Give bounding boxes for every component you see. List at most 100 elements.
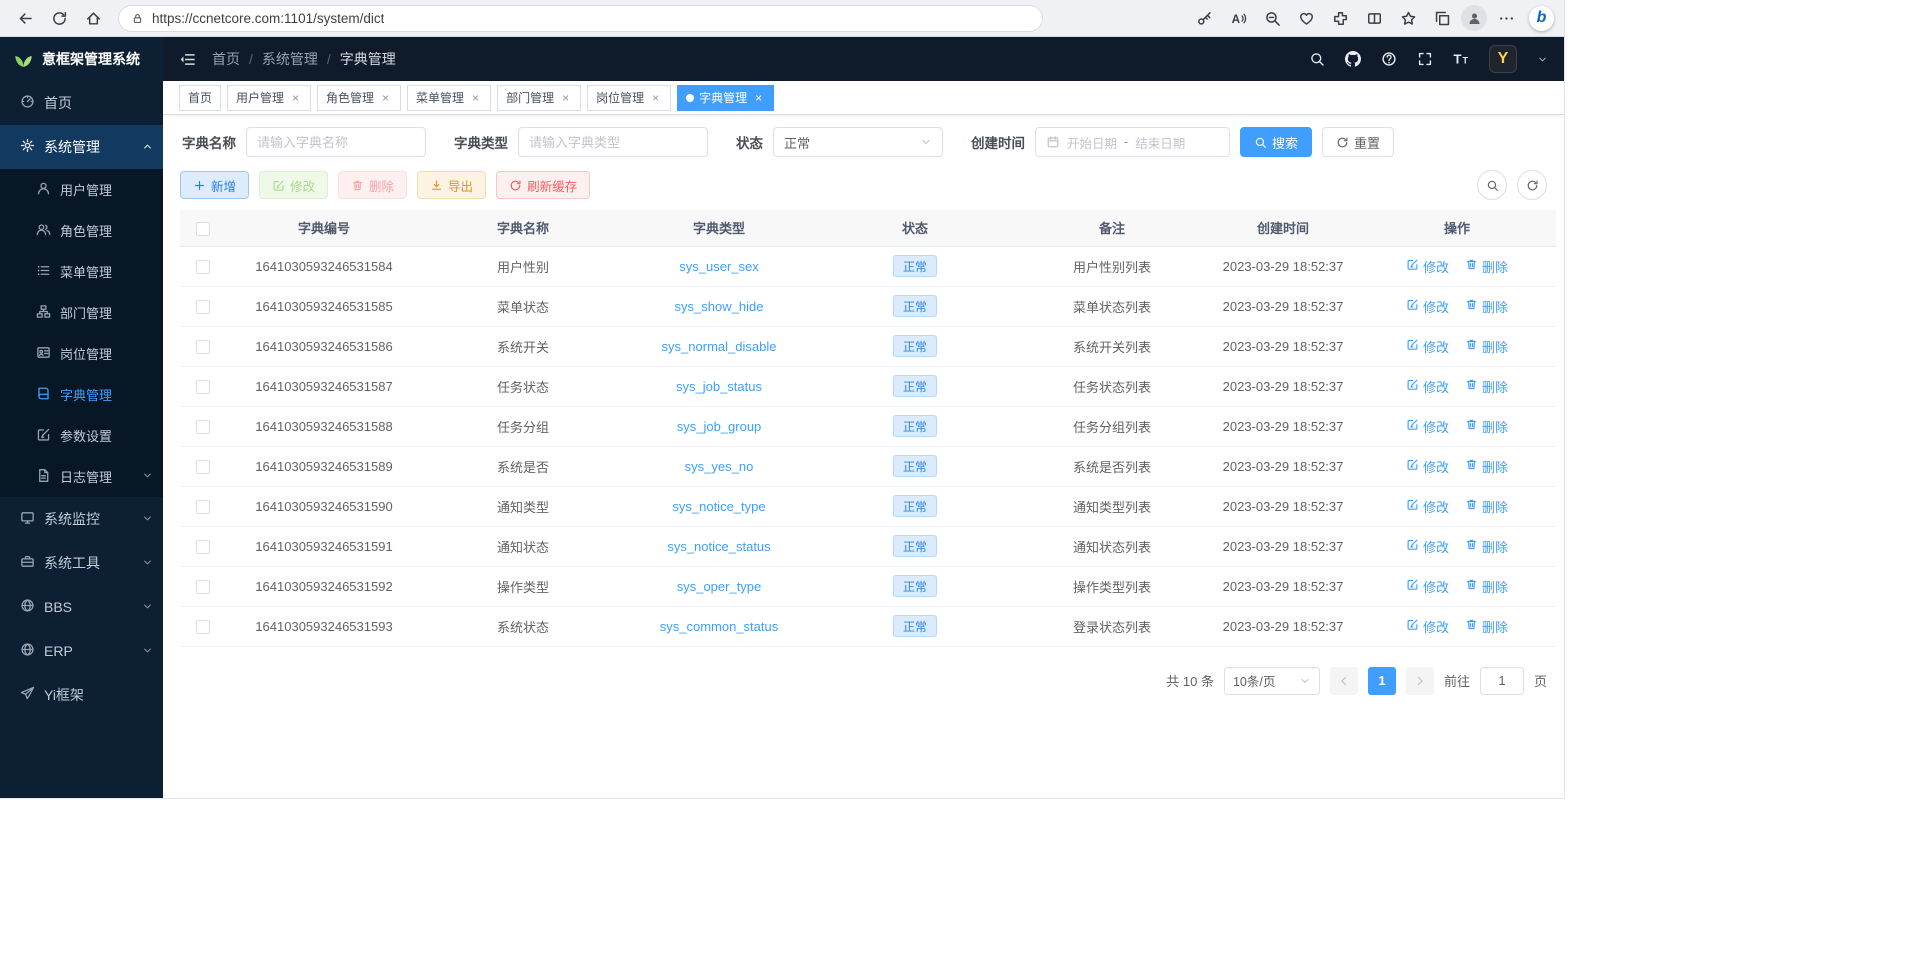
sidebar-item-home[interactable]: 首页 (0, 81, 163, 125)
status-select[interactable]: 正常 (773, 127, 943, 157)
row-checkbox[interactable] (196, 620, 210, 634)
browser-essentials-icon[interactable] (1291, 4, 1321, 32)
sidebar-item-menu[interactable]: 菜单管理 (0, 251, 163, 292)
sidebar-item-bbs[interactable]: BBS (0, 585, 163, 629)
refresh-icon[interactable] (44, 4, 74, 32)
close-tab-icon[interactable]: × (559, 91, 572, 104)
user-avatar[interactable]: Y (1489, 45, 1517, 73)
sidebar-toggle-icon[interactable] (179, 51, 196, 68)
row-edit-button[interactable]: 修改 (1406, 417, 1449, 436)
add-button[interactable]: 新增 (180, 171, 249, 199)
prev-page-button[interactable] (1330, 667, 1358, 695)
dict-type-link[interactable]: sys_show_hide (675, 299, 764, 314)
delete-button[interactable]: 删除 (338, 171, 407, 199)
dict-type-link[interactable]: sys_notice_status (667, 539, 770, 554)
github-icon[interactable] (1345, 51, 1361, 67)
tab-菜单管理[interactable]: 菜单管理× (407, 85, 491, 111)
home-icon[interactable] (78, 4, 108, 32)
row-checkbox[interactable] (196, 380, 210, 394)
tab-角色管理[interactable]: 角色管理× (317, 85, 401, 111)
sidebar-item-role[interactable]: 角色管理 (0, 210, 163, 251)
dict-type-link[interactable]: sys_job_status (676, 379, 762, 394)
sidebar-item-yi[interactable]: Yi框架 (0, 673, 163, 717)
zoom-icon[interactable] (1257, 4, 1287, 32)
tab-字典管理[interactable]: 字典管理× (677, 85, 774, 111)
tab-岗位管理[interactable]: 岗位管理× (587, 85, 671, 111)
dict-type-link[interactable]: sys_normal_disable (662, 339, 777, 354)
row-edit-button[interactable]: 修改 (1406, 377, 1449, 396)
breadcrumb-item[interactable]: 首页 (212, 49, 240, 69)
sidebar-item-user[interactable]: 用户管理 (0, 169, 163, 210)
dict-type-link[interactable]: sys_user_sex (679, 259, 758, 274)
row-delete-button[interactable]: 删除 (1465, 617, 1508, 636)
search-button[interactable]: 搜索 (1240, 127, 1312, 157)
row-edit-button[interactable]: 修改 (1406, 257, 1449, 276)
row-edit-button[interactable]: 修改 (1406, 577, 1449, 596)
dict-type-link[interactable]: sys_common_status (660, 619, 779, 634)
tab-用户管理[interactable]: 用户管理× (227, 85, 311, 111)
fullscreen-icon[interactable] (1417, 51, 1433, 67)
dict-type-link[interactable]: sys_yes_no (685, 459, 754, 474)
dict-type-link[interactable]: sys_job_group (677, 419, 762, 434)
bing-icon[interactable]: b (1529, 6, 1554, 31)
next-page-button[interactable] (1406, 667, 1434, 695)
profile-avatar[interactable] (1461, 5, 1487, 31)
select-all-checkbox[interactable] (196, 222, 210, 236)
dict-type-link[interactable]: sys_oper_type (677, 579, 762, 594)
browser-menu-icon[interactable] (1491, 4, 1521, 32)
split-screen-icon[interactable] (1359, 4, 1389, 32)
row-edit-button[interactable]: 修改 (1406, 297, 1449, 316)
row-delete-button[interactable]: 删除 (1465, 457, 1508, 476)
font-size-icon[interactable]: TT (1453, 51, 1469, 67)
row-delete-button[interactable]: 删除 (1465, 417, 1508, 436)
toggle-search-button[interactable] (1477, 170, 1507, 200)
dict-type-input[interactable] (518, 127, 708, 157)
address-bar[interactable]: https://ccnetcore.com:1101/system/dict (118, 5, 1043, 32)
sidebar-item-log[interactable]: 日志管理 (0, 456, 163, 497)
close-tab-icon[interactable]: × (469, 91, 482, 104)
row-delete-button[interactable]: 删除 (1465, 497, 1508, 516)
row-checkbox[interactable] (196, 580, 210, 594)
sidebar-item-dept[interactable]: 部门管理 (0, 292, 163, 333)
back-icon[interactable] (10, 4, 40, 32)
sidebar-item-dict[interactable]: 字典管理 (0, 374, 163, 415)
row-checkbox[interactable] (196, 460, 210, 474)
dict-name-input[interactable] (246, 127, 426, 157)
row-checkbox[interactable] (196, 500, 210, 514)
page-size-select[interactable]: 10条/页 (1224, 667, 1320, 695)
sidebar-item-config[interactable]: 参数设置 (0, 415, 163, 456)
tab-部门管理[interactable]: 部门管理× (497, 85, 581, 111)
breadcrumb-item[interactable]: 系统管理 (262, 49, 318, 69)
close-tab-icon[interactable]: × (379, 91, 392, 104)
row-edit-button[interactable]: 修改 (1406, 537, 1449, 556)
refresh-cache-button[interactable]: 刷新缓存 (496, 171, 590, 199)
sidebar-item-post[interactable]: 岗位管理 (0, 333, 163, 374)
row-checkbox[interactable] (196, 260, 210, 274)
row-delete-button[interactable]: 删除 (1465, 337, 1508, 356)
row-delete-button[interactable]: 删除 (1465, 257, 1508, 276)
extensions-icon[interactable] (1325, 4, 1355, 32)
row-delete-button[interactable]: 删除 (1465, 577, 1508, 596)
row-edit-button[interactable]: 修改 (1406, 617, 1449, 636)
sidebar-item-erp[interactable]: ERP (0, 629, 163, 673)
goto-page-input[interactable] (1480, 667, 1524, 695)
row-edit-button[interactable]: 修改 (1406, 497, 1449, 516)
row-delete-button[interactable]: 删除 (1465, 297, 1508, 316)
row-checkbox[interactable] (196, 300, 210, 314)
tab-首页[interactable]: 首页 (179, 85, 221, 111)
read-aloud-icon[interactable]: A (1223, 4, 1253, 32)
sidebar-item-system[interactable]: 系统管理 (0, 125, 163, 169)
close-tab-icon[interactable]: × (649, 91, 662, 104)
sidebar-item-monitor[interactable]: 系统监控 (0, 497, 163, 541)
current-page-button[interactable]: 1 (1368, 667, 1396, 695)
export-button[interactable]: 导出 (417, 171, 486, 199)
search-icon[interactable] (1309, 51, 1325, 67)
row-edit-button[interactable]: 修改 (1406, 337, 1449, 356)
help-icon[interactable] (1381, 51, 1397, 67)
chevron-down-icon[interactable] (1537, 54, 1548, 65)
row-delete-button[interactable]: 删除 (1465, 537, 1508, 556)
row-checkbox[interactable] (196, 420, 210, 434)
close-tab-icon[interactable]: × (752, 91, 765, 104)
reset-button[interactable]: 重置 (1322, 127, 1394, 157)
close-tab-icon[interactable]: × (289, 91, 302, 104)
